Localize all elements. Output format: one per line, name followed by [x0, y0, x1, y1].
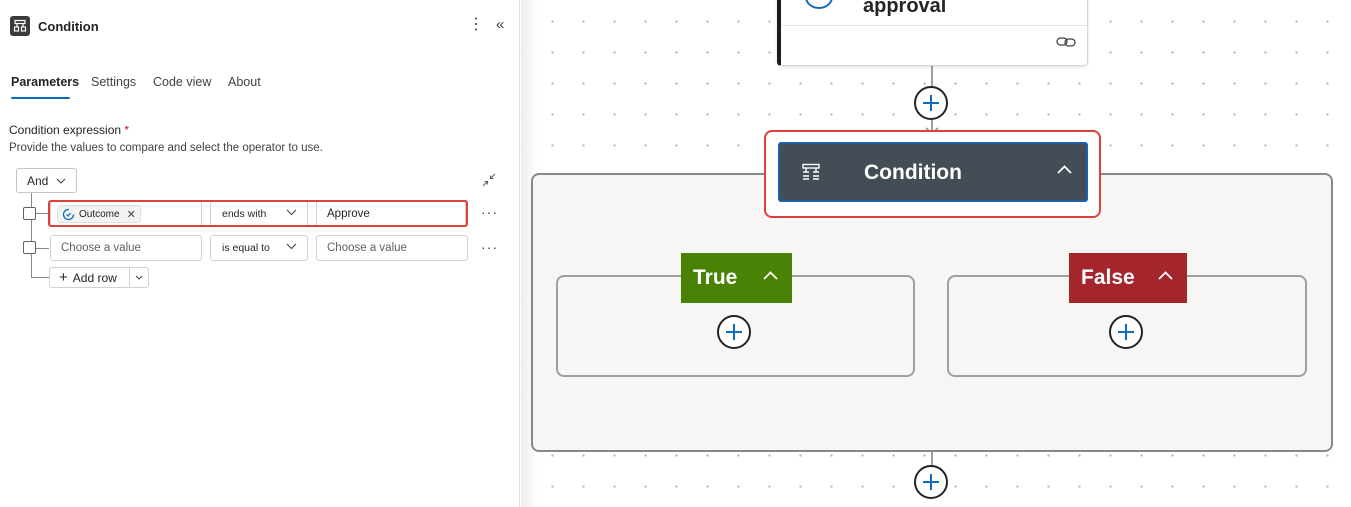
condition-action-card[interactable]: Condition	[778, 142, 1088, 202]
chevron-down-icon	[286, 243, 297, 250]
add-step-true-button[interactable]	[717, 315, 751, 349]
add-step-false-button[interactable]	[1109, 315, 1143, 349]
add-row-dropdown[interactable]	[130, 275, 148, 280]
tab-code-view[interactable]: Code view	[153, 75, 211, 89]
tree-branch-line	[31, 277, 49, 278]
operator-value: ends with	[222, 208, 267, 220]
condition-description: Provide the values to compare and select…	[9, 142, 323, 154]
approval-icon	[805, 0, 833, 9]
row-more-options-icon[interactable]: ···	[481, 239, 498, 255]
right-value-text: Approve	[327, 208, 370, 220]
approval-icon	[62, 208, 75, 220]
chevron-down-icon	[286, 209, 297, 216]
chevron-down-icon	[56, 178, 66, 184]
condition-icon	[10, 16, 30, 36]
add-step-after-button[interactable]	[914, 465, 948, 499]
plus-icon: +	[59, 269, 68, 286]
plus-icon	[923, 474, 939, 490]
row-more-options-icon[interactable]: ···	[481, 204, 498, 220]
false-branch-header[interactable]: False	[1069, 253, 1187, 303]
tab-parameters[interactable]: Parameters	[11, 75, 79, 89]
group-operator-value: And	[27, 173, 49, 188]
add-row-button[interactable]: + Add row	[49, 267, 149, 288]
panel-title: Condition	[38, 19, 99, 34]
plus-icon	[726, 324, 742, 340]
operator-value: is equal to	[222, 242, 270, 254]
group-operator-dropdown[interactable]: And	[16, 168, 77, 193]
placeholder-text: Choose a value	[327, 242, 407, 254]
add-row-main[interactable]: + Add row	[50, 268, 130, 287]
remove-token-icon[interactable]: ✕	[127, 208, 136, 221]
right-value-field[interactable]: Approve	[316, 201, 466, 227]
chevron-down-icon	[135, 275, 143, 280]
row-checkbox[interactable]	[23, 207, 36, 220]
approval-action-card[interactable]: approval	[777, 0, 1088, 66]
placeholder-text: Choose a value	[61, 242, 141, 254]
link-icon[interactable]	[1056, 35, 1076, 49]
tab-settings[interactable]: Settings	[91, 75, 136, 89]
plus-icon	[923, 95, 939, 111]
outcome-token[interactable]: Outcome ✕	[57, 205, 141, 223]
properties-panel: Condition ⋮ « Parameters Settings Code v…	[0, 0, 520, 507]
more-options-icon[interactable]: ⋮	[468, 15, 484, 35]
chevron-up-icon[interactable]	[1057, 165, 1072, 174]
collapse-icon[interactable]	[481, 172, 497, 188]
left-value-field[interactable]: Outcome ✕	[50, 201, 202, 227]
token-label: Outcome	[79, 208, 120, 220]
required-marker: *	[124, 123, 130, 137]
false-branch-label: False	[1081, 266, 1135, 289]
card-divider	[781, 25, 1087, 26]
add-step-button[interactable]	[914, 86, 948, 120]
tab-about[interactable]: About	[228, 75, 261, 89]
true-branch-label: True	[693, 266, 738, 289]
operator-dropdown[interactable]: is equal to	[210, 235, 308, 261]
condition-expression-label: Condition expression *	[9, 123, 130, 137]
add-row-label: Add row	[72, 270, 117, 285]
chevron-up-icon[interactable]	[1158, 271, 1173, 280]
operator-dropdown[interactable]: ends with	[210, 201, 308, 227]
collapse-panel-icon[interactable]: «	[496, 14, 504, 36]
tree-connector	[31, 193, 32, 278]
designer-canvas[interactable]: approval Condition True False	[521, 0, 1351, 507]
plus-icon	[1118, 324, 1134, 340]
approval-card-title: approval	[863, 0, 947, 17]
true-branch-header[interactable]: True	[681, 253, 792, 303]
condition-card-title: Condition	[864, 161, 962, 184]
chevron-up-icon[interactable]	[763, 271, 778, 280]
condition-icon	[802, 163, 820, 180]
row-checkbox[interactable]	[23, 241, 36, 254]
right-value-field[interactable]: Choose a value	[316, 235, 468, 261]
left-value-field[interactable]: Choose a value	[50, 235, 202, 261]
active-tab-indicator	[11, 97, 70, 99]
